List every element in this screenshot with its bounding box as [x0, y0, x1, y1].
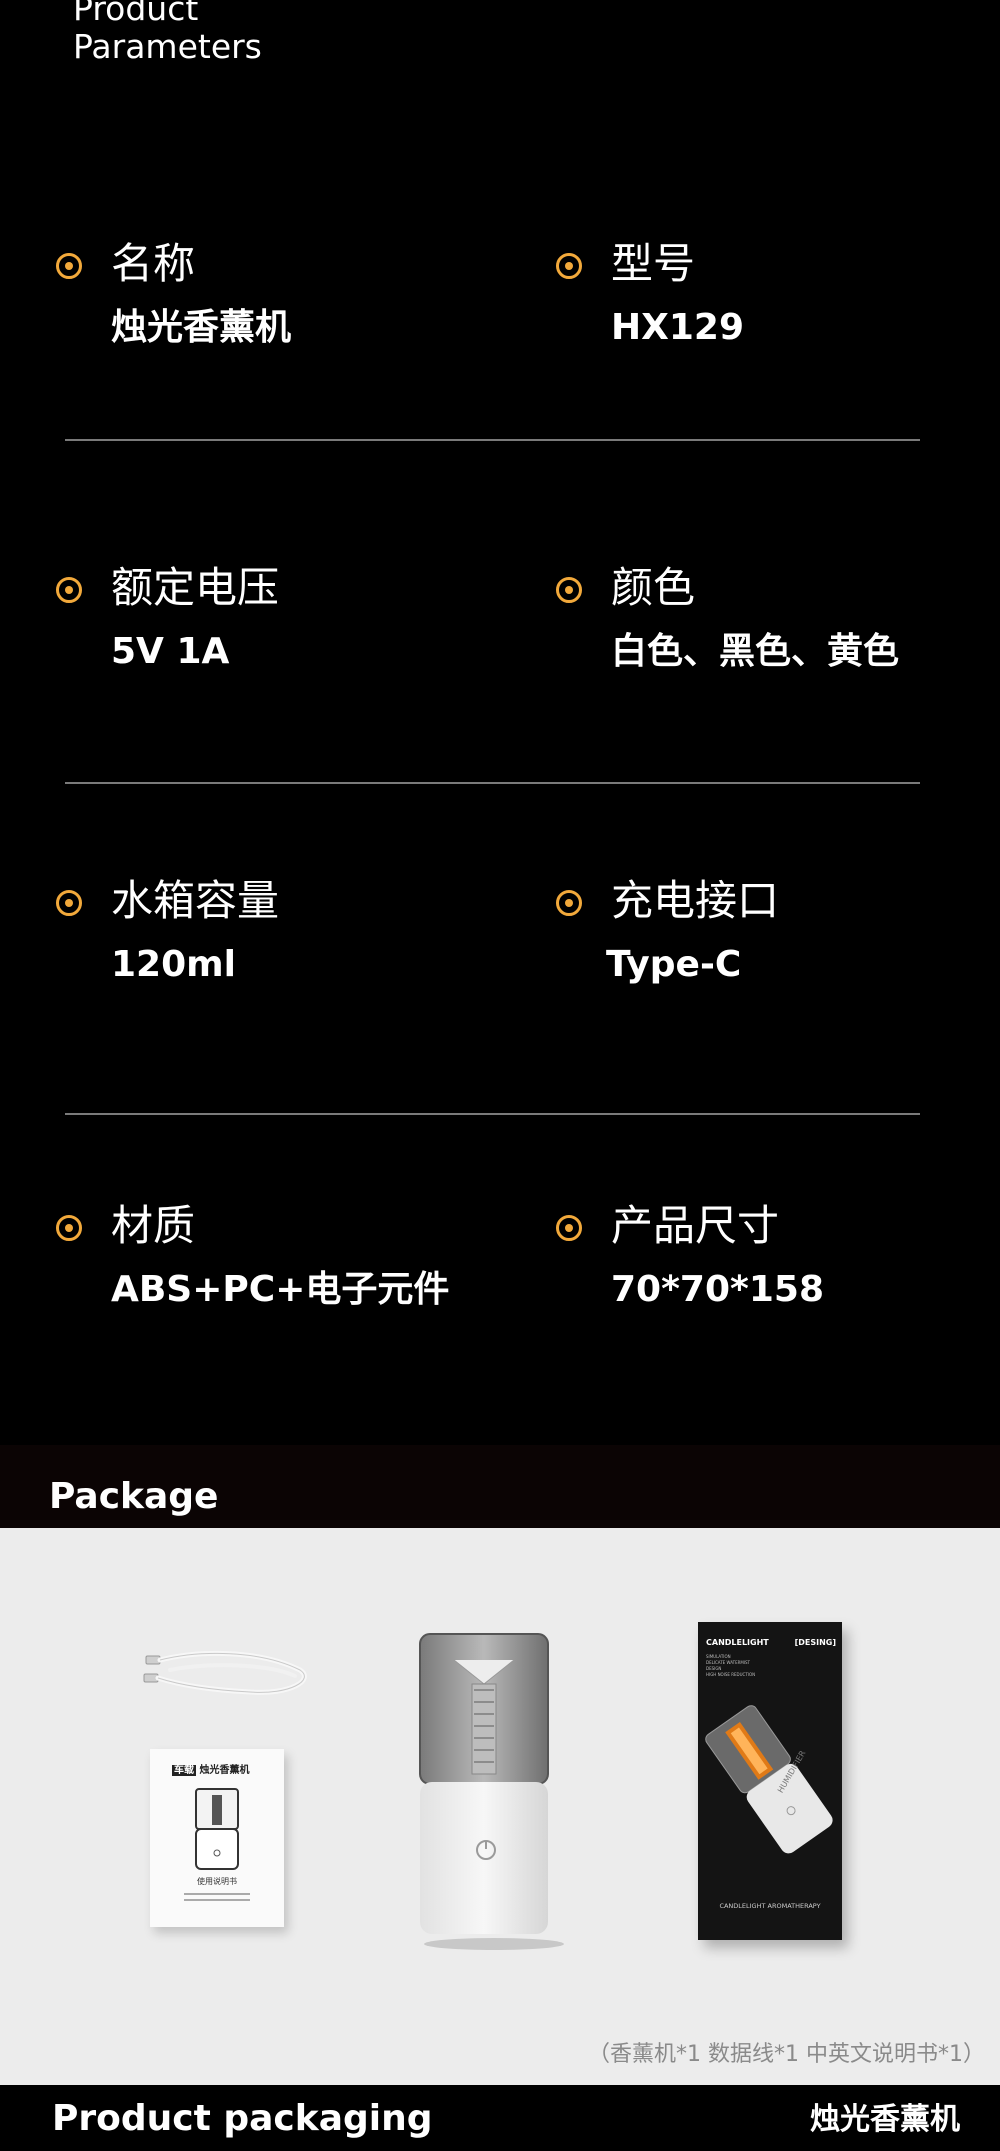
divider	[65, 782, 920, 784]
footer-left-title: Product packaging	[52, 2098, 433, 2139]
param-label: 充电接口	[611, 876, 780, 925]
package-contents-note: （香薰机*1 数据线*1 中英文说明书*1）	[588, 2042, 985, 2067]
param-value: 5V 1A	[111, 631, 230, 672]
param-value: HX129	[611, 307, 745, 348]
param-label: 额定电压	[111, 563, 280, 612]
box-brand: CANDLELIGHT	[706, 1638, 769, 1647]
param-label: 颜色	[611, 563, 696, 612]
param-label: 型号	[611, 239, 696, 288]
param-value: 烛光香薰机	[111, 307, 292, 348]
param-value: ABS+PC+电子元件	[111, 1269, 450, 1310]
param-label: 材质	[111, 1201, 196, 1250]
param-value: 白色、黑色、黄色	[611, 631, 900, 672]
box-tag: [DESING]	[794, 1638, 836, 1647]
box-line: HIGH NOISE REDUCTION	[706, 1672, 756, 1677]
target-bullet-icon	[556, 1215, 582, 1241]
target-bullet-icon	[556, 253, 582, 279]
footer-right-title: 烛光香薰机	[810, 2102, 960, 2137]
divider	[65, 1113, 920, 1115]
target-bullet-icon	[556, 577, 582, 603]
parameters-grid: 名称 烛光香薰机 型号 HX129 额定电压 5V 1A 颜色 白色、黑色、黄色…	[0, 0, 1000, 1445]
manual-caption: 使用说明书	[197, 1877, 237, 1886]
usb-cable-image	[143, 1650, 307, 1695]
target-bullet-icon	[56, 890, 82, 916]
param-label: 水箱容量	[111, 876, 280, 925]
target-bullet-icon	[556, 890, 582, 916]
package-title: Package	[49, 1476, 219, 1517]
manual-brand-badge: 车载	[172, 1765, 196, 1776]
target-bullet-icon	[56, 253, 82, 279]
target-bullet-icon	[56, 1215, 82, 1241]
box-lines: SIMULATION DELICATE WATERMIST DESIGN HIG…	[706, 1654, 755, 1678]
manual-title: 烛光香薰机	[199, 1765, 250, 1776]
manual-text-lines	[184, 1893, 250, 1905]
box-footer: CANDLELIGHT AROMATHERAPY	[719, 1902, 821, 1910]
param-label: 产品尺寸	[611, 1201, 780, 1250]
param-value: Type-C	[606, 944, 742, 985]
param-value: 70*70*158	[611, 1269, 824, 1310]
humidifier-device-image	[419, 1633, 564, 1950]
param-value: 120ml	[111, 944, 236, 985]
humidifier-sketch-icon	[195, 1788, 239, 1870]
param-label: 名称	[111, 239, 196, 288]
target-bullet-icon	[56, 577, 82, 603]
divider	[65, 439, 920, 441]
instruction-manual-image: 车载 烛光香薰机 使用说明书	[150, 1749, 284, 1927]
product-box-image: CANDLELIGHT [DESING] SIMULATION DELICATE…	[698, 1622, 842, 1940]
box-product-photo	[705, 1705, 833, 1854]
